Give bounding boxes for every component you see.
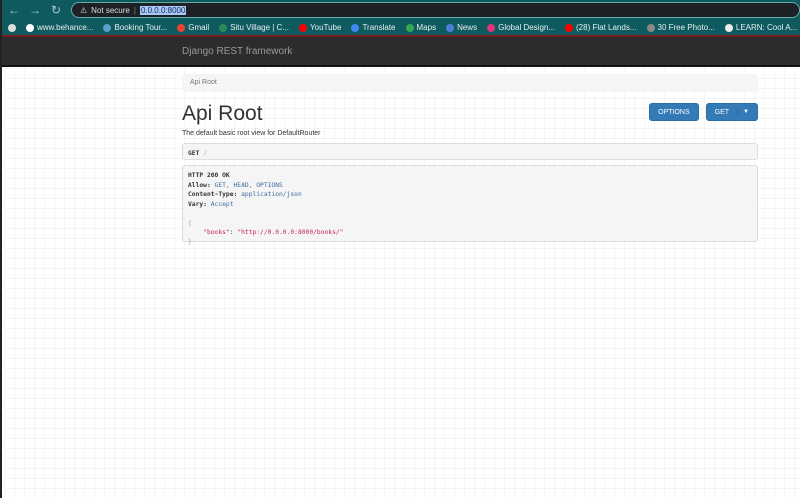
bookmark-label: www.behance...: [37, 23, 94, 32]
options-label: OPTIONS: [658, 108, 690, 116]
bookmark-favicon-icon: [446, 23, 455, 32]
bookmark-label: Maps: [416, 23, 437, 32]
bookmark-label: YouTube: [310, 23, 342, 32]
options-button[interactable]: OPTIONS: [649, 103, 699, 121]
content-type-value: application/json: [241, 191, 302, 198]
bookmark-item[interactable]: (28) Flat Lands...: [565, 23, 637, 32]
bookmark-item[interactable]: 30 Free Photo...: [646, 23, 715, 32]
request-path: /: [203, 150, 207, 157]
page: Api Root Api Root OPTIONS GET ▼ The defau…: [4, 68, 800, 498]
bookmark-favicon-icon: [299, 23, 308, 32]
separator: |: [133, 5, 136, 15]
bookmark-label: Global Design...: [498, 23, 556, 32]
bookmark-label: Booking Tour...: [114, 23, 168, 32]
bookmark-favicon-icon: [646, 23, 655, 32]
security-label: Not secure: [91, 5, 130, 15]
vary-value: Accept: [210, 200, 234, 208]
bookmark-favicon-icon: [103, 23, 112, 32]
bookmarks-bar: www.behance... Booking Tour... Gmail Situ V…: [2, 20, 800, 37]
reload-icon[interactable]: ↻: [50, 3, 62, 17]
breadcrumb: Api Root: [182, 74, 758, 92]
allow-value: GET, HEAD, OPTIONS: [214, 181, 283, 189]
bookmark-item[interactable]: www.behance...: [26, 23, 93, 32]
close-brace: }: [188, 238, 192, 246]
url-text[interactable]: 0.0.0.0:8000: [139, 5, 187, 15]
bookmark-favicon-icon: [177, 23, 186, 32]
apps-icon[interactable]: [8, 23, 16, 32]
content-type-key: Content-Type:: [188, 191, 238, 198]
books-link[interactable]: "http://0.0.0.0:8000/books/": [237, 229, 343, 236]
bookmark-label: Translate: [362, 23, 396, 32]
breadcrumb-item[interactable]: Api Root: [190, 79, 217, 86]
allow-key: Allow:: [188, 181, 211, 189]
bookmark-item[interactable]: Gmail: [177, 23, 209, 32]
bookmark-item[interactable]: Translate: [351, 23, 396, 32]
bookmark-item[interactable]: Global Design...: [487, 23, 555, 32]
bookmark-favicon-icon: [487, 23, 496, 32]
bookmark-favicon-icon: [351, 23, 360, 32]
warning-icon: ⚠: [80, 5, 88, 15]
bookmark-favicon-icon: [219, 23, 228, 32]
bookmark-item[interactable]: News: [446, 23, 477, 32]
chevron-down-icon[interactable]: ▼: [737, 109, 749, 115]
get-label: GET: [714, 108, 730, 116]
get-button[interactable]: GET ▼: [705, 103, 758, 121]
open-brace: {: [188, 219, 192, 227]
brand-link[interactable]: Django REST framework: [182, 46, 292, 57]
forward-icon[interactable]: →: [29, 3, 41, 17]
response-status: HTTP 200 OK: [188, 172, 230, 179]
bookmark-item[interactable]: Maps: [405, 23, 437, 32]
bookmark-favicon-icon: [405, 23, 414, 32]
browser-toolbar: ← → ↻ ⚠ Not secure | 0.0.0.0:8000: [2, 0, 800, 20]
bookmark-label: (28) Flat Lands...: [576, 23, 637, 32]
bookmark-favicon-icon: [26, 23, 34, 32]
request-method: GET: [188, 150, 200, 157]
description: The default basic root view for DefaultR…: [182, 130, 321, 137]
page-title: Api Root: [182, 102, 263, 125]
vary-key: Vary:: [188, 200, 207, 208]
address-bar[interactable]: ⚠ Not secure | 0.0.0.0:8000: [71, 2, 800, 18]
bookmark-item[interactable]: Booking Tour...: [103, 23, 167, 32]
bookmark-label: News: [457, 23, 478, 32]
back-icon[interactable]: ←: [8, 3, 20, 17]
bookmark-label: 30 Free Photo...: [657, 23, 715, 32]
bookmark-label: LEARN: Cool A...: [735, 23, 798, 32]
bookmark-favicon-icon: [565, 23, 574, 32]
bookmark-label: Situ Village | C...: [230, 23, 290, 32]
response-info: HTTP 200 OK Allow: GET, HEAD, OPTIONS Co…: [182, 165, 758, 246]
bookmark-item[interactable]: LEARN: Cool A...: [724, 23, 798, 32]
navbar: Django REST framework: [2, 37, 800, 67]
request-info: GET /: [182, 143, 758, 160]
bookmark-item[interactable]: Situ Village | C...: [219, 23, 289, 32]
bookmark-favicon-icon: [724, 23, 733, 32]
bookmark-item[interactable]: YouTube: [299, 23, 341, 32]
bookmark-label: Gmail: [188, 23, 210, 32]
json-key: "books": [203, 229, 230, 236]
